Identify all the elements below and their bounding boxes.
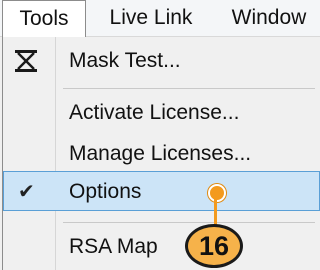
menu-window[interactable]: Window (218, 0, 320, 36)
menu-item-label: Manage Licenses... (69, 142, 252, 165)
menu-item-label: RSA Map (69, 235, 158, 258)
menu-item-label: Activate License... (69, 101, 240, 124)
menu-separator (63, 222, 315, 223)
menubar: Tools Live Link Window (0, 0, 320, 38)
menu-separator (63, 88, 315, 89)
menu-item-mask-test[interactable]: Mask Test... (3, 41, 320, 81)
checkmark-icon: ✔ (18, 181, 35, 203)
mask-test-icon (15, 50, 37, 72)
callout-number-badge: 16 (185, 224, 243, 268)
callout-dot (208, 184, 226, 202)
menu-tools[interactable]: Tools (2, 0, 86, 38)
menu-item-manage-licenses[interactable]: Manage Licenses... (3, 134, 320, 174)
app-frame: Tools Live Link Window Mask Test... Acti… (0, 0, 320, 270)
tools-dropdown: Mask Test... Activate License... Manage … (2, 37, 320, 270)
menu-live-link[interactable]: Live Link (92, 0, 210, 36)
menu-item-activate-license[interactable]: Activate License... (3, 93, 320, 133)
menu-item-label: Mask Test... (69, 49, 181, 72)
menu-item-label: Options (69, 180, 142, 203)
callout-line (214, 198, 217, 226)
menu-item-rsa-map[interactable]: RSA Map (3, 227, 320, 267)
menu-item-options[interactable]: ✔ Options (3, 171, 320, 211)
